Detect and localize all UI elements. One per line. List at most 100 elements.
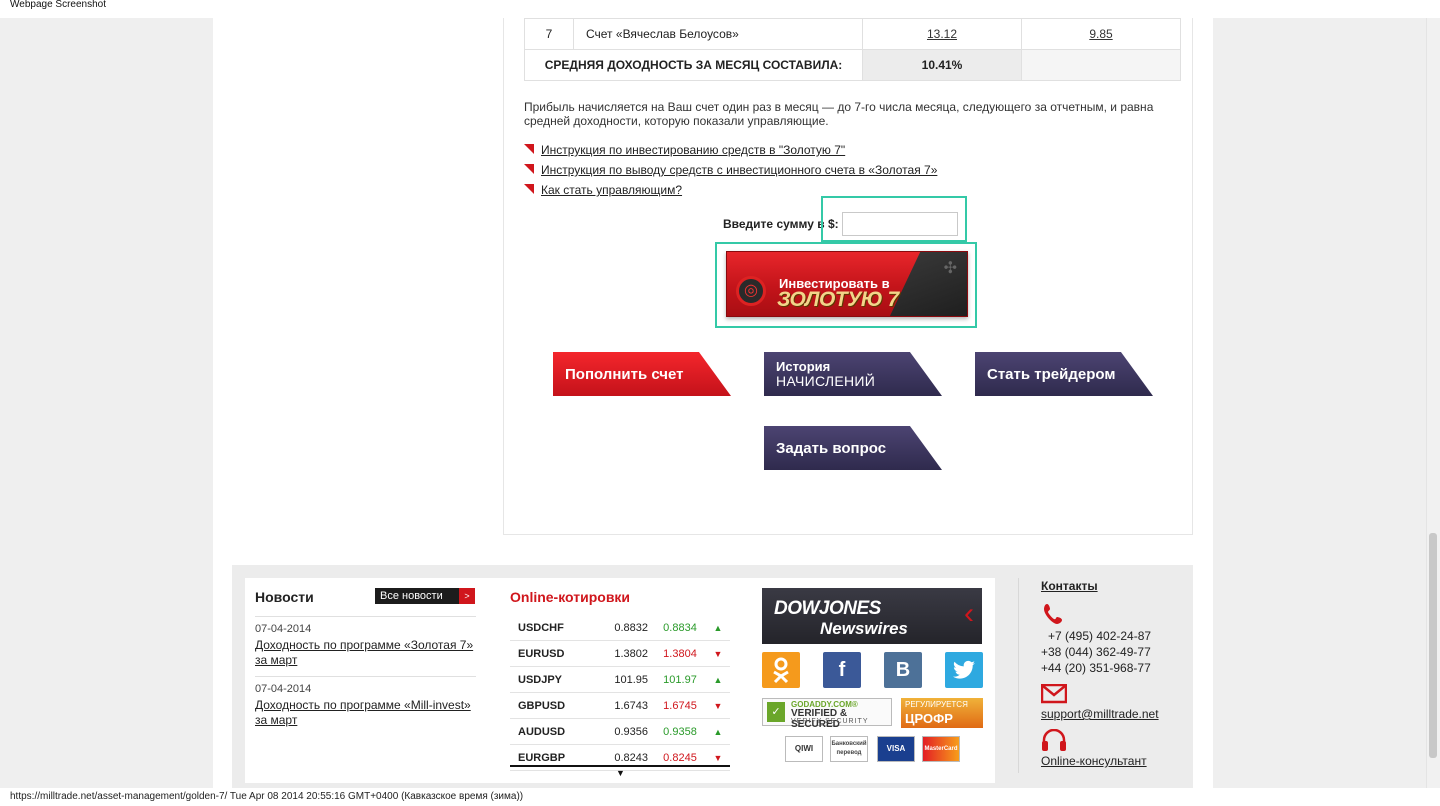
lock-icon: ✓ [767,702,785,722]
phone-glyph [1044,604,1062,624]
results-table: 7 Счет «Вячеслав Белоусов» 13.12 9.85 СР… [524,18,1181,81]
value-link-2[interactable]: 9.85 [1089,27,1112,41]
scrollbar-thumb[interactable] [1429,533,1437,758]
dowjones-line2: Newswires [820,619,908,638]
invest-golden-7-button[interactable]: ✣ ◎ Инвестировать в ЗОЛОТУЮ 7 [726,251,968,317]
vkontakte-icon[interactable]: B [884,652,922,688]
twitter-bird-glyph [953,660,975,679]
phone-icon [1043,603,1065,629]
news-divider [255,616,476,617]
all-news-label: Все новости [380,590,443,602]
quote-row: EURUSD 1.3802 1.3804 ▼ [510,640,730,667]
online-consultant-link[interactable]: Online-консультант [1041,754,1147,768]
arrow-down-icon: ▼ [706,640,730,667]
quote-ask: 1.6745 [654,692,706,719]
news-link[interactable]: Доходность по программе «Золотая 7» за м… [255,638,473,667]
contacts-divider [1018,578,1019,773]
average-empty-cell [1021,49,1181,81]
dowjones-line1: DOWJONES [774,598,881,619]
quote-symbol: USDJPY [510,666,592,693]
phone-number: +44 (20) 351-968-77 [1041,661,1151,675]
ask-question-label: Задать вопрос [776,439,887,457]
row-number: 7 [524,18,574,50]
quote-ask: 0.8834 [654,615,706,641]
quote-bid: 0.9356 [592,718,654,745]
news-item: 07-04-2014 Доходность по программе «Золо… [255,622,475,668]
phone-number: +38 (044) 362-49-77 [1041,645,1151,659]
history-button-bottom: НАЧИСЛЕНИЙ [776,372,876,389]
windmill-icon: ✣ [943,260,957,277]
email-link[interactable]: support@milltrade.net [1041,707,1159,721]
quotes-title: Online-котировки [510,589,631,605]
logo-circle-icon: ◎ [736,276,766,306]
quote-row: USDCHF 0.8832 0.8834 ▲ [510,615,730,641]
value-cell-2: 9.85 [1021,18,1181,50]
news-title: Новости [255,589,314,605]
quote-symbol: GBPUSD [510,692,592,719]
profit-description: Прибыль начисляется на Ваш счет один раз… [524,100,1154,128]
mail-glyph [1040,683,1068,704]
value-cell-1: 13.12 [862,18,1022,50]
instruction-links: Инструкция по инвестированию средств в "… [524,143,937,203]
ok-glyph [773,657,789,684]
news-date: 07-04-2014 [255,683,312,695]
withdraw-instruction-link[interactable]: Инструкция по выводу средств с инвестици… [541,163,937,177]
chevron-left-icon: ‹ [964,597,974,630]
highlight-box-amount [821,196,967,242]
quote-bid: 0.8832 [592,615,654,641]
window-title: Webpage Screenshot [0,0,1440,18]
average-row: СРЕДНЯЯ ДОХОДНОСТЬ ЗА МЕСЯЦ СОСТАВИЛА: 1… [524,49,1181,81]
quote-bid: 1.3802 [592,640,654,667]
value-link-1[interactable]: 13.12 [927,27,957,41]
triangle-bullet-icon [524,164,534,174]
arrow-up-icon: ▲ [706,718,730,745]
more-quotes-arrow-icon[interactable]: ▼ [616,768,625,778]
quote-row: AUDUSD 0.9356 0.9358 ▲ [510,718,730,745]
phone-number: +7 (495) 402-24-87 [1048,629,1152,643]
headset-icon [1041,728,1067,757]
facebook-icon[interactable]: f [823,652,861,688]
qiwi-icon: QIWI [785,736,823,762]
triangle-bullet-icon [524,144,534,154]
quote-bid: 1.6743 [592,692,654,719]
news-date: 07-04-2014 [255,623,312,635]
godaddy-verified-badge[interactable]: ✓ GODADDY.COM® VERIFIED & SECURED VERIFY… [762,698,892,730]
become-trader-label: Стать трейдером [987,365,1116,383]
news-link[interactable]: Доходность по программе «Mill-invest» за… [255,698,471,727]
twitter-icon[interactable] [945,652,983,688]
dowjones-newswires-banner[interactable]: DOWJONES Newswires ‹ [762,588,982,644]
deposit-button-label: Пополнить счет [565,365,684,383]
arrow-down-icon: ▼ [706,692,730,719]
news-item: 07-04-2014 Доходность по программе «Mill… [255,682,475,728]
invest-button-line2: ЗОЛОТУЮ 7 [777,288,899,311]
triangle-bullet-icon [524,184,534,194]
table-row: 7 Счет «Вячеслав Белоусов» 13.12 9.85 [524,18,1181,50]
phone-list: +7 (495) 402-24-87 +38 (044) 362-49-77 +… [1041,628,1151,676]
link-row: Инструкция по выводу средств с инвестици… [524,163,937,183]
crofr-badge[interactable]: РЕГУЛИРУЕТСЯ ЦРОФР [901,698,983,728]
quote-symbol: EURUSD [510,640,592,667]
invest-instruction-link[interactable]: Инструкция по инвестированию средств в "… [541,143,845,157]
become-manager-link[interactable]: Как стать управляющим? [541,183,682,197]
all-news-button[interactable]: Все новости > [375,588,475,604]
mail-icon [1040,683,1068,708]
average-value: 10.41% [862,49,1022,81]
link-row: Инструкция по инвестированию средств в "… [524,143,937,163]
quote-ask: 1.3804 [654,640,706,667]
quote-ask: 0.9358 [654,718,706,745]
vertical-scrollbar[interactable] [1426,18,1440,788]
mastercard-icon: MasterCard [922,736,960,762]
godaddy-bot: VERIFY SECURITY [791,718,869,725]
arrow-up-icon: ▲ [706,615,730,641]
arrow-up-icon: ▲ [706,666,730,693]
quote-ask: 101.97 [654,666,706,693]
bank-transfer-icon: Банковский перевод [830,736,868,762]
visa-icon: VISA [877,736,915,762]
status-bar: https://milltrade.net/asset-management/g… [0,788,1440,806]
quote-row: GBPUSD 1.6743 1.6745 ▼ [510,692,730,719]
news-divider [255,676,476,677]
arrow-right-icon: > [459,588,475,604]
odnoklassniki-icon[interactable] [762,652,800,688]
contacts-title[interactable]: Контакты [1041,579,1098,593]
quotes-table: USDCHF 0.8832 0.8834 ▲ EURUSD 1.3802 1.3… [510,615,730,771]
